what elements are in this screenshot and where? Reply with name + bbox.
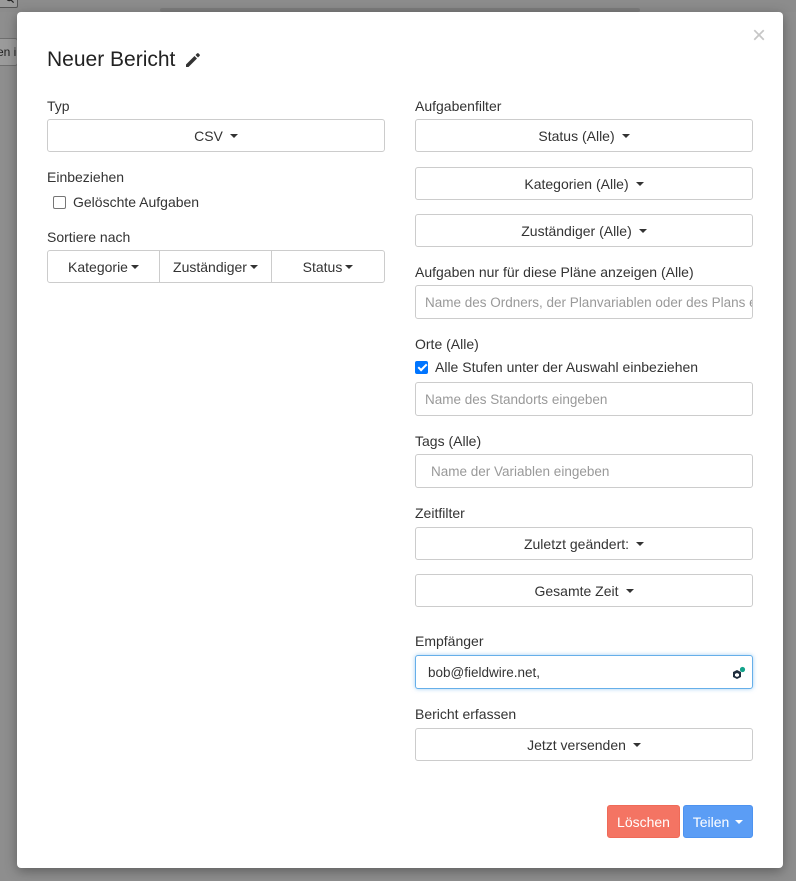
delete-button-label: Löschen	[617, 813, 670, 830]
locations-label: Orte (Alle)	[415, 336, 479, 352]
caret-down-icon	[621, 133, 630, 138]
assignee-filter-value: Zuständiger (Alle)	[521, 222, 632, 239]
categories-filter-value: Kategorien (Alle)	[524, 175, 629, 192]
include-sublevels-checkbox[interactable]	[415, 360, 428, 374]
send-now-dropdown[interactable]: Jetzt versenden	[415, 728, 753, 761]
share-button[interactable]: Teilen	[683, 805, 753, 838]
tags-placeholder: Name der Variablen eingeben	[431, 463, 610, 479]
sort-assignee-label: Zuständiger	[173, 258, 247, 275]
recipients-label: Empfänger	[415, 633, 484, 649]
background-button: en i	[0, 38, 18, 66]
type-dropdown-value: CSV	[194, 127, 223, 144]
tags-input[interactable]: Name der Variablen eingeben	[415, 454, 753, 488]
caret-down-icon	[632, 742, 641, 747]
last-modified-dropdown[interactable]: Zuletzt geändert:	[415, 527, 753, 560]
autofill-icon[interactable]	[732, 666, 746, 680]
send-now-value: Jetzt versenden	[527, 736, 626, 753]
location-input[interactable]: Name des Standorts eingeben	[415, 382, 753, 416]
time-filter-label: Zeitfilter	[415, 505, 465, 521]
new-report-modal: × Neuer Bericht Typ CSV Einbeziehen Gelö…	[17, 12, 783, 868]
caret-down-icon	[345, 264, 354, 269]
caret-down-icon	[638, 228, 647, 233]
caret-down-icon	[625, 588, 634, 593]
last-modified-value: Zuletzt geändert:	[523, 535, 630, 552]
modal-title: Neuer Bericht	[47, 48, 203, 72]
sort-status-label: Status	[302, 258, 343, 275]
caret-down-icon	[229, 133, 238, 138]
share-button-label: Teilen	[692, 813, 730, 830]
status-filter-dropdown[interactable]: Status (Alle)	[415, 119, 753, 152]
caret-down-icon	[635, 181, 644, 186]
sort-status-button[interactable]: Status	[271, 250, 385, 283]
modal-title-text: Neuer Bericht	[47, 48, 176, 71]
include-label: Einbeziehen	[47, 169, 125, 185]
deleted-tasks-checkbox[interactable]	[53, 195, 66, 209]
recipients-value: bob@fieldwire.net,	[428, 664, 541, 680]
caret-down-icon	[249, 264, 258, 269]
caret-down-icon	[735, 819, 744, 824]
capture-label: Bericht erfassen	[415, 706, 517, 722]
caret-down-icon	[636, 541, 645, 546]
pencil-icon[interactable]	[183, 50, 203, 70]
close-icon[interactable]: ×	[749, 24, 769, 48]
background-search-icon	[6, 0, 15, 6]
location-placeholder: Name des Standorts eingeben	[425, 391, 608, 407]
sort-label: Sortiere nach	[47, 229, 131, 245]
include-sublevels-label: Alle Stufen unter der Auswahl einbeziehe…	[435, 359, 699, 375]
categories-filter-dropdown[interactable]: Kategorien (Alle)	[415, 167, 753, 200]
background-search-box	[0, 0, 18, 8]
sort-category-button[interactable]: Kategorie	[47, 250, 160, 283]
deleted-tasks-option[interactable]: Gelöschte Aufgaben	[53, 194, 199, 210]
plans-label: Aufgaben nur für diese Pläne anzeigen (A…	[415, 264, 694, 280]
task-filter-label: Aufgabenfilter	[415, 98, 502, 114]
plans-input[interactable]: Name des Ordners, der Planvariablen oder…	[415, 285, 753, 319]
caret-down-icon	[130, 264, 139, 269]
status-filter-value: Status (Alle)	[538, 127, 615, 144]
delete-button[interactable]: Löschen	[607, 805, 680, 838]
sort-category-label: Kategorie	[68, 258, 128, 275]
recipients-input[interactable]: bob@fieldwire.net,	[415, 655, 753, 689]
deleted-tasks-label: Gelöschte Aufgaben	[73, 194, 200, 210]
type-label: Typ	[47, 98, 70, 114]
tags-label: Tags (Alle)	[415, 433, 482, 449]
total-time-dropdown[interactable]: Gesamte Zeit	[415, 574, 753, 607]
assignee-filter-dropdown[interactable]: Zuständiger (Alle)	[415, 214, 753, 247]
total-time-value: Gesamte Zeit	[534, 582, 619, 599]
sort-button-group: Kategorie Zuständiger Status	[47, 250, 385, 283]
plans-placeholder: Name des Ordners, der Planvariablen oder…	[425, 294, 752, 310]
include-sublevels-option[interactable]: Alle Stufen unter der Auswahl einbeziehe…	[415, 359, 698, 375]
sort-assignee-button[interactable]: Zuständiger	[159, 250, 272, 283]
type-dropdown[interactable]: CSV	[47, 119, 385, 152]
